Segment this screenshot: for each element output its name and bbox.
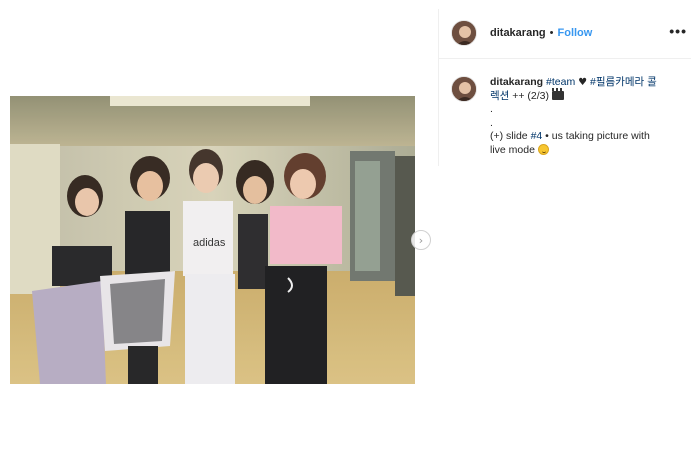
avatar[interactable] <box>451 20 477 46</box>
caption-slide-line2: live mode <box>490 143 535 156</box>
caption-username[interactable]: ditakarang <box>490 76 543 88</box>
avatar[interactable] <box>451 76 477 102</box>
separator-dot: • <box>549 27 554 39</box>
caption-dot-2: . <box>490 116 493 129</box>
heart-icon: ♥ <box>578 77 588 88</box>
post-photo[interactable]: adidas <box>10 96 415 384</box>
clapperboard-icon <box>551 87 564 100</box>
caption-text: ditakarang #team ♥ #필름카메라 콜 렉션 ++ (2/3) … <box>490 76 680 157</box>
post-media-area: adidas › <box>0 0 438 465</box>
more-options-icon[interactable]: ••• <box>669 23 687 39</box>
caption-slide-prefix: (+) slide <box>490 130 528 142</box>
hashtag-film-camera[interactable]: #필름카메라 콜 <box>590 76 657 88</box>
caption-dot-1: . <box>490 103 493 115</box>
caption-slide-text: • us taking picture with <box>545 130 650 142</box>
chevron-right-icon: › <box>418 233 424 247</box>
hashtag-4[interactable]: #4 <box>531 130 543 142</box>
follow-button[interactable]: Follow <box>558 27 593 39</box>
header-username[interactable]: ditakarang <box>490 27 546 39</box>
post-caption: ditakarang #team ♥ #필름카메라 콜 렉션 ++ (2/3) … <box>451 76 691 157</box>
post-header: ditakarang • Follow ••• <box>439 9 691 57</box>
next-slide-button[interactable]: › <box>411 230 431 250</box>
upside-down-face-icon <box>537 143 549 155</box>
hashtag-film-camera-cont[interactable]: 렉션 <box>490 90 509 102</box>
caption-count: ++ (2/3) <box>512 89 550 102</box>
header-divider <box>439 58 691 59</box>
hashtag-team[interactable]: #team <box>546 76 575 88</box>
group-photo-image: adidas <box>10 96 415 384</box>
